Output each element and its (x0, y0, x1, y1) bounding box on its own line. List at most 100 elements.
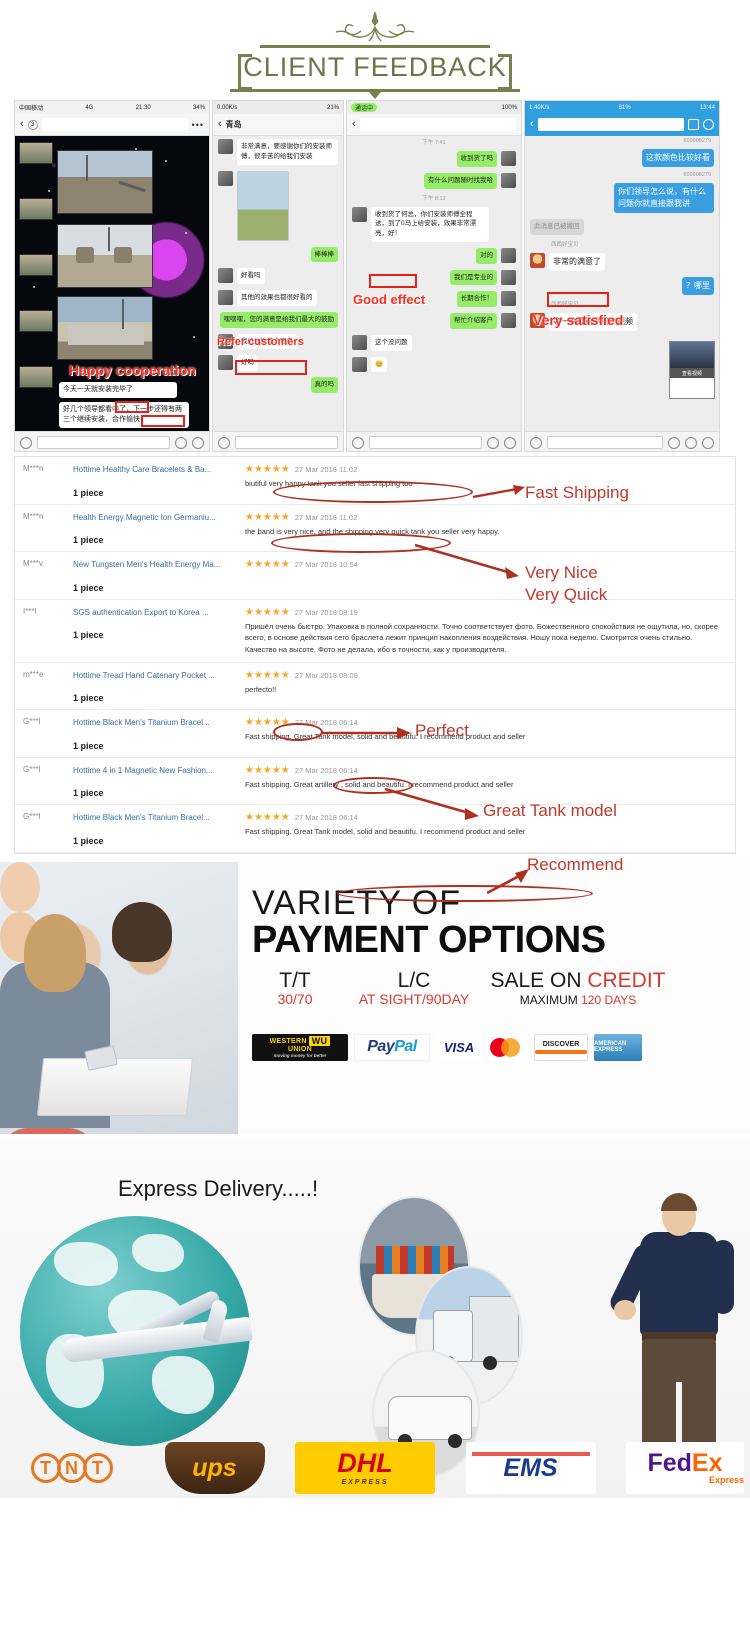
woman-torso (0, 1128, 96, 1135)
video-preview-card[interactable]: 查看视频 (669, 341, 715, 399)
person-icon[interactable] (703, 119, 714, 130)
message-input[interactable] (37, 436, 170, 449)
more-dots-icon[interactable]: ••• (192, 120, 204, 130)
emoji-icon[interactable] (175, 436, 187, 449)
chat-screenshot-4: 1.40K/s 61% 13:44 ‹ 609908279 这款颜色比较好看 6… (524, 100, 720, 452)
reviewer-name: G***l (23, 812, 41, 822)
quantity-label: 1 piece (73, 630, 104, 641)
presenter-arm-right (712, 1240, 734, 1315)
chevron-left-icon[interactable]: ‹ (218, 119, 222, 130)
reviews-table: M***n Hottime Healthy Care Bracelets & B… (14, 456, 736, 902)
chevron-left-icon[interactable]: ‹ (530, 119, 534, 130)
chat-screenshot-2: 0.00K/s 21% ‹ 青岛 非常满意，要感谢你们的安装师傅，很辛苦的给我们… (212, 100, 344, 452)
chat-messages-4: 609908279 这款颜色比较好看 609908279 你们领导怎么说，有什么… (525, 136, 719, 431)
term-tt-label: T/T (279, 969, 311, 993)
quantity-label: 1 piece (73, 582, 104, 593)
clock-label: 13:44 (699, 104, 715, 111)
product-link[interactable]: Hottime Black Men's Titanium Bracel... (73, 717, 235, 729)
review-cell: ★★★★★ 27 Mar 2018 08:09 perfecto!! (245, 670, 735, 704)
status-bar-1: 中国移动 4G 21:30 34% (15, 101, 209, 114)
annotation-refer-customers: Refer customers (217, 336, 304, 348)
rating-stars: ★★★★★ (245, 764, 290, 776)
chevron-left-icon[interactable]: ‹ (20, 119, 24, 130)
mastercard-logo (488, 1033, 528, 1061)
plus-icon[interactable] (702, 436, 714, 449)
amex-logo: AMERICAN EXPRESS (594, 1033, 642, 1061)
message-row: 好看吗 (213, 265, 343, 287)
product-link[interactable]: Hottime Healthy Care Bracelets & Ba... (73, 464, 235, 476)
product-link[interactable]: Hottime Tread Hand Catenary Pocket ... (73, 670, 235, 682)
panel-icon[interactable] (688, 119, 699, 130)
payment-headline-2: PAYMENT OPTIONS (252, 919, 606, 962)
voice-icon[interactable] (218, 436, 230, 449)
term-tt: T/T 30/70 (252, 970, 338, 1007)
dhl-sub: EXPRESS (341, 1479, 389, 1487)
plus-icon[interactable] (504, 436, 516, 449)
annotation-recommend: Recommend (527, 855, 624, 874)
page-title-block: CLIENT FEEDBACK (230, 45, 520, 99)
paypal-logo: Pay Pal (354, 1033, 430, 1061)
emoji-icon[interactable] (685, 436, 697, 449)
voice-icon[interactable] (530, 436, 542, 449)
discover-logo: DISCOVER (534, 1033, 588, 1061)
message-bubble: 长期合作！ (456, 291, 497, 307)
plus-icon[interactable] (192, 436, 204, 449)
product-cell: Health Energy Magnetic Ion Germaniu... 1… (73, 512, 245, 546)
express-delivery-title: Express Delivery.....! (118, 1176, 319, 1202)
review-highlight-ellipse (273, 481, 473, 503)
review-date: 27 Mar 2018 11:02 (294, 465, 358, 474)
ups-logo: ups (164, 1442, 265, 1495)
message-row: 帮忙介绍客户 (347, 310, 521, 332)
video-thumbnail (670, 342, 714, 368)
reviewer-name: M***n (23, 511, 44, 521)
message-input[interactable] (369, 436, 482, 449)
arrow-icon (415, 543, 519, 579)
rating-stars: ★★★★★ (245, 464, 290, 475)
review-cell: ★★★★★ 27 Mar 2018 06:14 Fast shipping. G… (245, 765, 735, 799)
couple-with-laptop-photo (0, 862, 238, 1135)
message-bubble: 真的吗 (310, 377, 338, 393)
message-image[interactable] (237, 170, 289, 241)
message-bubble: 棒棒棒 (310, 246, 338, 263)
message-input-bar-1 (15, 431, 209, 451)
message-input[interactable] (235, 436, 338, 449)
annotation-great-tank-model: Great Tank model (483, 801, 617, 820)
mic-icon[interactable] (668, 436, 680, 449)
avatar (501, 151, 516, 166)
voice-icon[interactable] (352, 436, 364, 449)
product-cell: Hottime Healthy Care Bracelets & Ba... 1… (73, 464, 245, 498)
chevron-left-icon[interactable]: ‹ (352, 119, 356, 130)
avatar (501, 247, 516, 263)
voice-icon[interactable] (20, 436, 32, 449)
chat-messages-2: 非常满意，要感谢你们的安装师傅，很辛苦的给我们安装 棒棒棒 好看吗 其他的效果也… (213, 136, 343, 431)
product-link[interactable]: SGS authentication Export to Korea ... (73, 607, 235, 619)
highlight-box (547, 292, 609, 307)
quantity-label: 1 piece (73, 535, 104, 546)
man-hair (112, 902, 172, 963)
avatar (218, 268, 233, 284)
product-link[interactable]: Hottime 4 in 1 Magnetic New Fashion... (73, 765, 235, 777)
term-credit-sale: SALE ON (490, 969, 588, 993)
reviewer-name: G***l (23, 764, 41, 774)
tnt-logo: TNT (6, 1442, 134, 1494)
product-cell: Hottime 4 in 1 Magnetic New Fashion... 1… (73, 765, 245, 799)
paypal-pal: Pal (394, 1038, 417, 1056)
battery-label: 21% (326, 104, 339, 111)
title-field (537, 118, 684, 131)
message-input[interactable] (547, 436, 663, 449)
message-input-bar-3 (347, 431, 521, 451)
emoji-icon[interactable] (487, 436, 499, 449)
title-field (41, 118, 188, 131)
message-row: 嘿嘿嘿，您的满意是给我们最大的鼓励 (213, 309, 343, 331)
chat-photo-collage: Happy cooperation 今天一天就安装完毕了 好几个领导都看中了，下… (15, 136, 209, 431)
review-date: 27 Mar 2018 10:54 (294, 560, 358, 570)
chat-title: 青岛 (225, 120, 242, 129)
product-link[interactable]: Hottime Black Men's Titanium Bracel... (73, 812, 235, 824)
paypal-pay: Pay (367, 1038, 395, 1056)
payment-options-banner: VARIETY OF PAYMENT OPTIONS T/T 30/70 L/C… (0, 862, 750, 1135)
thumbnail (19, 366, 53, 388)
product-link[interactable]: New Tungsten Men's Health Energy Ma... (73, 559, 235, 571)
arrow-icon (385, 787, 479, 820)
product-link[interactable]: Health Energy Magnetic Ion Germaniu... (73, 512, 235, 524)
quantity-label: 1 piece (73, 693, 104, 704)
